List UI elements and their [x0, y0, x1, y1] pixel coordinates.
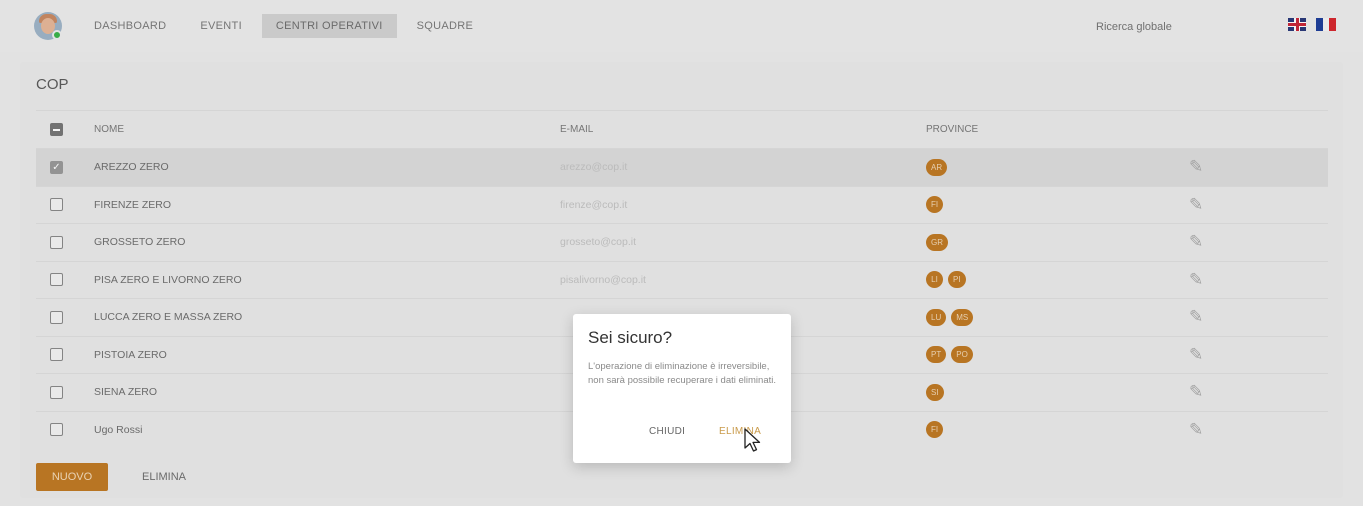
dialog-close-button[interactable]: CHIUDI [649, 426, 685, 437]
dialog-title: Sei sicuro? [588, 328, 673, 347]
mouse-cursor-icon [744, 428, 761, 452]
dialog-message: L'operazione di eliminazione è irreversi… [588, 361, 776, 386]
